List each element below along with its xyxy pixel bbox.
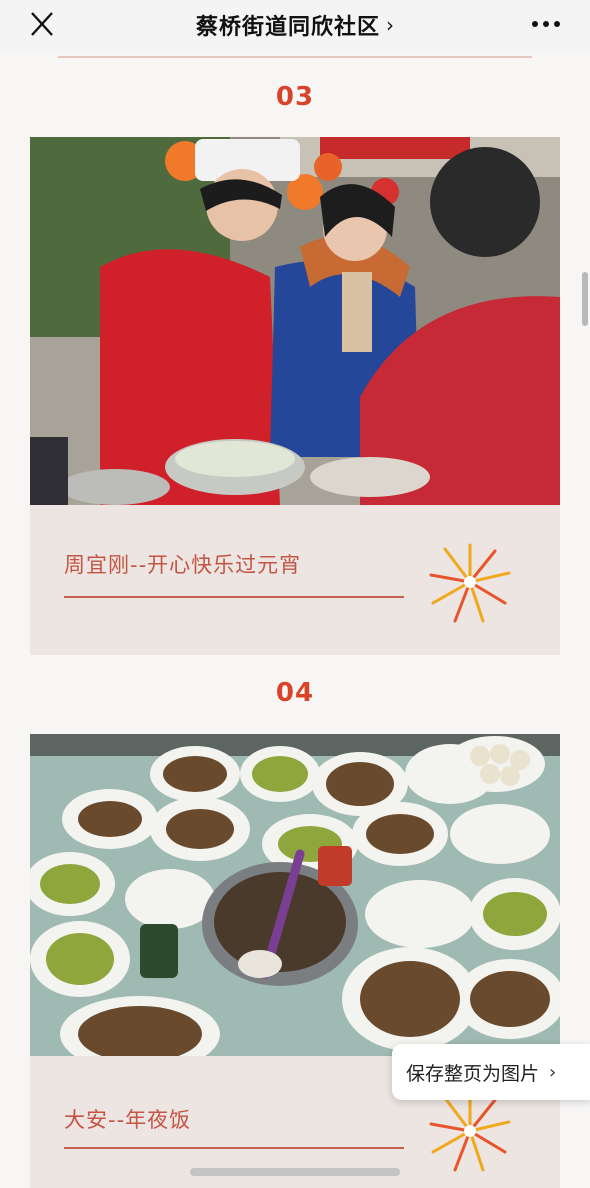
home-indicator[interactable] bbox=[190, 1168, 400, 1176]
section-divider bbox=[58, 56, 532, 58]
section-caption: 大安--年夜饭 bbox=[64, 1108, 192, 1132]
top-navigation-bar: 蔡桥街道同欣社区 › bbox=[0, 0, 590, 50]
save-button-label: 保存整页为图片 bbox=[406, 1062, 540, 1085]
firework-icon bbox=[429, 543, 511, 623]
article-content[interactable]: 03 周宜刚--开心快乐过元宵 04 大安--年夜饭 bbox=[0, 50, 590, 1188]
dumpling-making-photo bbox=[30, 137, 560, 505]
close-icon[interactable] bbox=[26, 10, 58, 38]
save-page-as-image-button[interactable]: 保存整页为图片 › bbox=[392, 1044, 590, 1100]
caption-underline bbox=[64, 596, 404, 598]
caption-underline bbox=[64, 1147, 404, 1149]
section-number: 03 bbox=[275, 82, 315, 112]
new-year-dinner-photo bbox=[30, 734, 560, 1056]
scrollbar-thumb[interactable] bbox=[582, 272, 588, 326]
chevron-right-icon: › bbox=[549, 1061, 557, 1083]
section-caption: 周宜刚--开心快乐过元宵 bbox=[64, 553, 302, 577]
account-title-link[interactable]: 蔡桥街道同欣社区 › bbox=[196, 9, 394, 41]
section-card: 大安--年夜饭 bbox=[30, 734, 560, 1188]
more-options-icon[interactable] bbox=[528, 12, 564, 36]
section-card: 周宜刚--开心快乐过元宵 bbox=[30, 137, 560, 655]
section-number: 04 bbox=[275, 678, 315, 708]
chevron-right-icon: › bbox=[386, 13, 394, 37]
page-title: 蔡桥街道同欣社区 bbox=[195, 15, 380, 40]
